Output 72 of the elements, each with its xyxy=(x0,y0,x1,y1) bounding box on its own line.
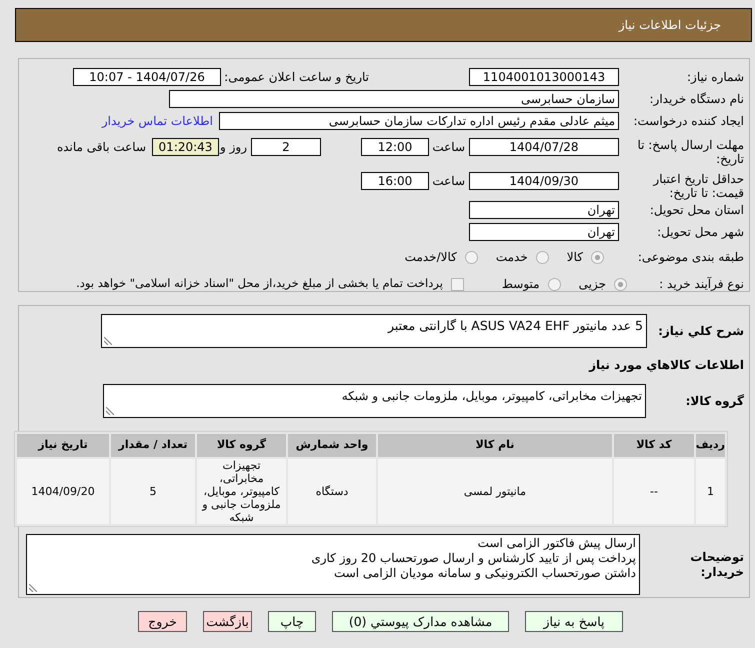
input-field[interactable]: 1404/09/30 xyxy=(469,172,619,190)
description-textarea[interactable]: 5 عدد مانیتور ASUS VA24 EHF با گارانتی معتبر xyxy=(101,314,647,348)
countdown-field[interactable]: 01:20:43 xyxy=(152,138,219,156)
column-header: کد کالا xyxy=(614,434,694,457)
resize-grip-icon[interactable] xyxy=(29,584,37,592)
field-label: حداقل تاریخ اعتبار قیمت: تا تاریخ: xyxy=(652,172,744,200)
column-header: تاریخ نیاز xyxy=(17,434,109,457)
input-field[interactable]: 16:00 xyxy=(361,172,429,190)
resize-grip-icon[interactable] xyxy=(104,337,112,345)
input-field[interactable]: 1104001013000143 xyxy=(469,68,619,86)
action-button[interactable]: خروج xyxy=(138,611,187,632)
radio-label: کالا xyxy=(566,249,583,266)
contact-link[interactable]: اطلاعات تماس خریدار xyxy=(102,112,213,130)
resize-grip-icon[interactable] xyxy=(106,407,114,415)
field-label: طبقه بندی موضوعی: xyxy=(636,249,744,266)
goods-group-textarea[interactable]: تجهیزات مخابراتی، کامپیوتر، موبایل، ملزومات جانبی و شبکه xyxy=(103,384,646,418)
column-header: گروه کالا xyxy=(197,434,286,457)
field-label: ساعت xyxy=(431,139,465,156)
table-cell: مانیتور لمسی xyxy=(378,459,612,524)
field-label: شماره نیاز: xyxy=(686,69,744,86)
table-cell: 1 xyxy=(696,459,725,524)
input-field[interactable]: 1404/07/28 xyxy=(469,138,619,156)
table-cell: -- xyxy=(614,459,694,524)
checkbox[interactable] xyxy=(450,278,464,290)
input-field[interactable]: 1404/07/26 - 10:07 xyxy=(73,68,221,86)
field-label: نوع فرآیند خرید : xyxy=(658,276,744,293)
field-label: ایجاد کننده درخواست: xyxy=(632,113,744,130)
radio-button[interactable] xyxy=(464,250,478,264)
field-label: نام دستگاه خریدار: xyxy=(648,91,744,108)
action-button[interactable]: چاپ xyxy=(268,611,316,632)
field-label: شهر محل تحویل: xyxy=(656,224,744,241)
input-field[interactable]: تهران xyxy=(469,201,619,219)
radio-label: خدمت xyxy=(496,249,528,266)
radio-button[interactable] xyxy=(591,250,604,264)
field-label: استان محل تحویل: xyxy=(648,202,744,219)
radio-label: جزیی xyxy=(578,276,606,293)
field-label: گروه کالا: xyxy=(684,393,744,410)
header-title: جزئیات اطلاعات نیاز xyxy=(618,17,721,34)
action-button[interactable]: مشاهده مدارک پیوستي (0) xyxy=(332,611,509,632)
input-field[interactable]: تهران xyxy=(469,223,619,241)
buyer-notes-textarea[interactable]: ارسال پیش فاکتور الزامی است پرداخت پس از تایید کارشناس و ارسال صورتحساب 20 روز کاری داشتن صورتحساب الکترونیکی و سامانه مودیان الزامی است xyxy=(26,534,640,595)
field-label: ساعت xyxy=(431,173,465,190)
radio-button[interactable] xyxy=(614,278,627,290)
section-heading: اطلاعات كالاهاي مورد نیاز xyxy=(589,358,744,372)
radio-label: کالا/خدمت xyxy=(404,249,457,266)
note-text: ارسال پیش فاکتور الزامی است xyxy=(478,536,636,550)
table-cell: تجهیزات مخابراتی، کامپیوتر، موبایل، ملزومات جانبی و شبکه xyxy=(197,459,286,524)
column-header: واحد شمارش xyxy=(288,434,376,457)
input-field[interactable]: سازمان حسابرسی xyxy=(169,90,619,108)
field-label: مهلت ارسال پاسخ: تا تاریخ: xyxy=(636,138,744,166)
input-field[interactable]: 12:00 xyxy=(361,138,429,156)
column-header: تعداد / مقدار xyxy=(111,434,195,457)
radio-button[interactable] xyxy=(536,250,549,264)
field-label: شرح کلي نیاز: xyxy=(657,323,744,340)
column-header: ردیف xyxy=(696,434,725,457)
radio-button[interactable] xyxy=(548,278,561,290)
input-field[interactable]: 2 xyxy=(251,138,321,156)
table-cell: 1404/09/20 xyxy=(17,459,109,524)
table-cell: دستگاه xyxy=(288,459,376,524)
table-cell: 5 xyxy=(111,459,195,524)
column-header: نام کالا xyxy=(378,434,612,457)
input-field[interactable]: میثم عادلی مقدم رئیس اداره تدارکات سازمان حسابرسی xyxy=(219,112,619,130)
radio-label: متوسط xyxy=(502,276,540,293)
action-button[interactable]: پاسخ به نیاز xyxy=(525,611,623,632)
field-label: توضیحات خریدار: xyxy=(689,550,744,580)
note-text: پرداخت پس از تایید کارشناس و ارسال صورتحساب 20 روز کاری xyxy=(311,551,636,565)
field-label: روز و xyxy=(219,139,247,156)
field-label: تاریخ و ساعت اعلان عمومی: xyxy=(223,69,369,86)
field-label: ساعت باقی مانده xyxy=(56,139,146,156)
checkbox-label: پرداخت تمام یا بخشی از مبلغ خرید،از محل "اسناد خزانه اسلامی" خواهد بود. xyxy=(76,275,443,292)
note-text: داشتن صورتحساب الکترونیکی و سامانه مودیان الزامی است xyxy=(334,566,636,580)
action-button[interactable]: بازگشت xyxy=(203,611,252,632)
